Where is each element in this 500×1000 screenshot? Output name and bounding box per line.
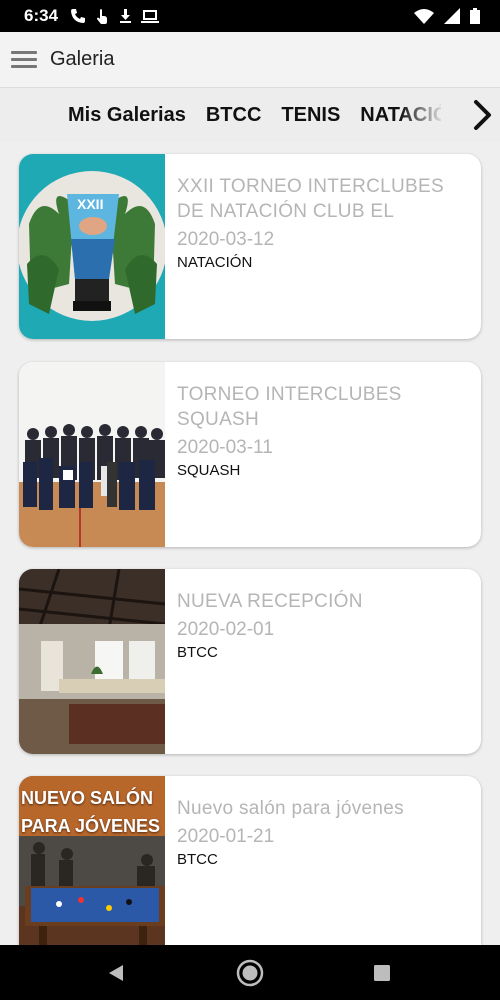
home-button[interactable] <box>236 959 264 987</box>
tab-list: Mis Galerias BTCC TENIS NATACIÓN <box>68 88 441 142</box>
back-button[interactable] <box>102 959 130 987</box>
gallery-list[interactable]: XXII XXII TORNEO INTERCLUBES DE NATACIÓN… <box>0 142 500 945</box>
download-icon <box>120 9 132 23</box>
gallery-card[interactable]: XXII XXII TORNEO INTERCLUBES DE NATACIÓN… <box>19 154 481 339</box>
card-info: Nuevo salón para jóvenes 2020-01-21 BTCC <box>165 776 481 945</box>
category-tabs: Mis Galerias BTCC TENIS NATACIÓN <box>0 88 500 142</box>
gallery-card[interactable]: NUEVO SALÓN PARA JÓVENES Nuevo salón par… <box>19 776 481 945</box>
status-time: 6:34 <box>24 6 59 25</box>
wifi-icon <box>414 8 434 24</box>
card-category: SQUASH <box>177 462 241 479</box>
status-bar: 6:34 <box>0 0 500 32</box>
gallery-thumbnail <box>19 362 165 547</box>
signal-icon <box>444 8 460 24</box>
card-info: NUEVA RECEPCIÓN 2020-02-01 BTCC <box>165 569 481 754</box>
card-date: 2020-03-11 <box>177 437 273 458</box>
card-title: NUEVA RECEPCIÓN <box>177 591 363 612</box>
gallery-thumbnail: XXII <box>19 154 165 339</box>
next-tabs-button[interactable] <box>468 100 498 130</box>
tab-mis-galerias[interactable]: Mis Galerias <box>68 104 186 127</box>
card-title: Nuevo salón para jóvenes <box>177 798 404 819</box>
menu-button[interactable] <box>0 32 48 88</box>
status-system-icons <box>414 8 480 24</box>
card-date: 2020-01-21 <box>177 826 275 847</box>
gallery-thumbnail: NUEVO SALÓN PARA JÓVENES <box>19 776 165 945</box>
home-circle-icon <box>236 959 264 987</box>
touch-icon <box>97 8 108 24</box>
card-category: NATACIÓN <box>177 254 253 271</box>
tab-tenis[interactable]: TENIS <box>281 104 340 127</box>
laptop-icon <box>141 9 160 23</box>
hamburger-icon <box>11 50 37 69</box>
gallery-card[interactable]: NUEVA RECEPCIÓN 2020-02-01 BTCC <box>19 569 481 754</box>
svg-text:XXII: XXII <box>77 196 103 212</box>
card-title: TORNEO INTERCLUBES SQUASH <box>177 384 402 430</box>
battery-icon <box>470 8 480 24</box>
tabs-fade <box>400 88 445 142</box>
system-nav-bar <box>0 945 500 1000</box>
app-bar: Galeria <box>0 32 500 88</box>
card-category: BTCC <box>177 851 218 868</box>
chevron-right-icon <box>474 100 491 130</box>
card-info: XXII TORNEO INTERCLUBES DE NATACIÓN CLUB… <box>165 154 481 339</box>
card-date: 2020-03-12 <box>177 229 275 250</box>
thumbnail-caption-text: NUEVO SALÓN PARA JÓVENES <box>21 788 161 836</box>
back-triangle-icon <box>109 965 123 981</box>
card-category: BTCC <box>177 644 218 661</box>
card-date: 2020-02-01 <box>177 619 275 640</box>
card-title: XXII TORNEO INTERCLUBES DE NATACIÓN CLUB… <box>177 176 444 222</box>
page-title: Galeria <box>50 48 115 70</box>
status-notification-icons <box>70 8 160 25</box>
gallery-card[interactable]: TORNEO INTERCLUBES SQUASH 2020-03-11 SQU… <box>19 362 481 547</box>
recents-button[interactable] <box>368 959 396 987</box>
phone-icon <box>71 9 86 23</box>
tab-btcc[interactable]: BTCC <box>206 104 262 127</box>
gallery-thumbnail <box>19 569 165 754</box>
recents-square-icon <box>374 965 390 981</box>
card-info: TORNEO INTERCLUBES SQUASH 2020-03-11 SQU… <box>165 362 481 547</box>
